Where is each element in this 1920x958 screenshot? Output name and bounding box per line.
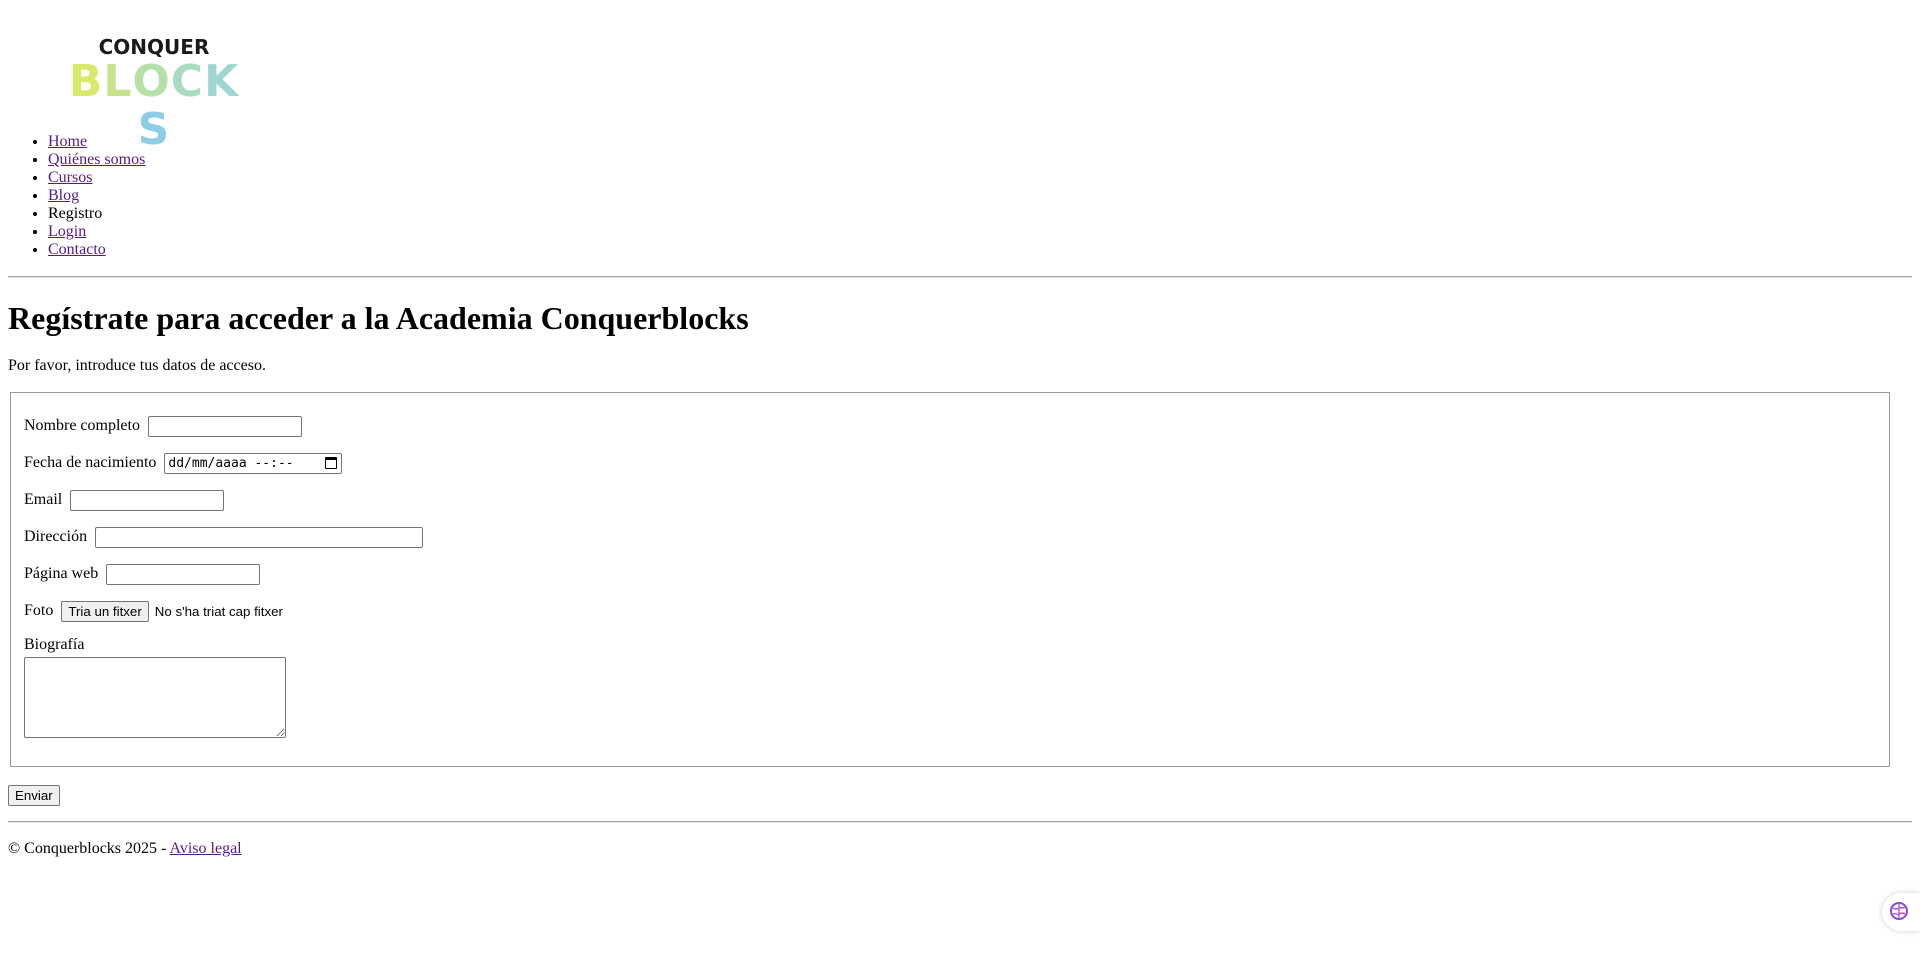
floating-assistant-button[interactable] <box>1882 893 1920 931</box>
footer: © Conquerblocks 2025 - Aviso legal <box>8 840 242 858</box>
nav-item-quienes-somos: Quiénes somos <box>48 151 145 169</box>
nav-link-contacto[interactable]: Contacto <box>48 241 106 258</box>
nav-link-quienes-somos[interactable]: Quiénes somos <box>48 151 145 168</box>
submit-button[interactable]: Enviar <box>8 785 60 806</box>
email-input[interactable] <box>70 490 225 511</box>
logo-letter: O <box>132 56 171 107</box>
email-label: Email <box>24 491 63 509</box>
registration-fieldset: Nombre completo Fecha de nacimiento dd/m… <box>10 392 1890 767</box>
birth-placeholder: dd/mm/aaaa --:-- <box>168 456 294 471</box>
calendar-icon[interactable] <box>325 457 338 469</box>
birth-datetime-input[interactable]: dd/mm/aaaa --:-- <box>164 453 343 474</box>
intro-text: Por favor, introduce tus datos de acceso… <box>8 357 266 374</box>
nav-item-login: Login <box>48 223 145 241</box>
address-label: Dirección <box>24 528 88 546</box>
logo-top-text: CONQUER <box>98 35 210 59</box>
nav-item-home: Home <box>48 133 145 151</box>
choose-file-button[interactable]: Tria un fitxer <box>61 601 149 622</box>
email-row: Email <box>24 490 225 511</box>
web-row: Página web <box>24 564 261 585</box>
header-divider <box>8 276 1912 278</box>
logo-letter: K <box>204 56 240 107</box>
nav-link-cursos[interactable]: Cursos <box>48 169 92 186</box>
address-row: Dirección <box>24 527 424 548</box>
bio-row: Biografía <box>24 636 88 654</box>
bio-label: Biografía <box>24 636 85 653</box>
brain-icon <box>1890 902 1908 920</box>
nav-link-login[interactable]: Login <box>48 223 86 240</box>
nav-current-registro: Registro <box>48 205 103 222</box>
copyright-text: © Conquerblocks 2025 - <box>8 840 170 857</box>
conquerblocks-logo: CONQUER BLOCKS <box>68 35 240 154</box>
nav-item-blog: Blog <box>48 187 145 205</box>
address-input[interactable] <box>95 527 424 548</box>
nav-link-blog[interactable]: Blog <box>48 187 79 204</box>
nav-item-cursos: Cursos <box>48 169 145 187</box>
legal-notice-link[interactable]: Aviso legal <box>169 840 241 857</box>
name-row: Nombre completo <box>24 416 302 437</box>
photo-label: Foto <box>24 602 54 620</box>
nav-item-registro: Registro <box>48 205 145 223</box>
logo-letter: C <box>170 56 205 107</box>
footer-divider <box>8 821 1912 823</box>
web-input[interactable] <box>106 564 261 585</box>
birth-label: Fecha de nacimiento <box>24 454 157 472</box>
photo-row: Foto Tria un fitxer No s'ha triat cap fi… <box>24 601 283 622</box>
logo-letter: B <box>68 56 104 107</box>
birth-row: Fecha de nacimiento dd/mm/aaaa --:-- <box>24 453 343 474</box>
file-status: No s'ha triat cap fitxer <box>154 603 283 619</box>
bio-textarea[interactable] <box>24 657 286 738</box>
nav-item-contacto: Contacto <box>48 241 145 259</box>
web-label: Página web <box>24 565 99 583</box>
name-input[interactable] <box>147 416 302 437</box>
nav-link-home[interactable]: Home <box>48 133 87 150</box>
name-label: Nombre completo <box>24 417 140 435</box>
logo-letter: L <box>103 56 133 107</box>
page-title: Regístrate para acceder a la Academia Co… <box>8 300 749 336</box>
main-nav: Home Quiénes somos Cursos Blog Registro … <box>0 133 145 259</box>
